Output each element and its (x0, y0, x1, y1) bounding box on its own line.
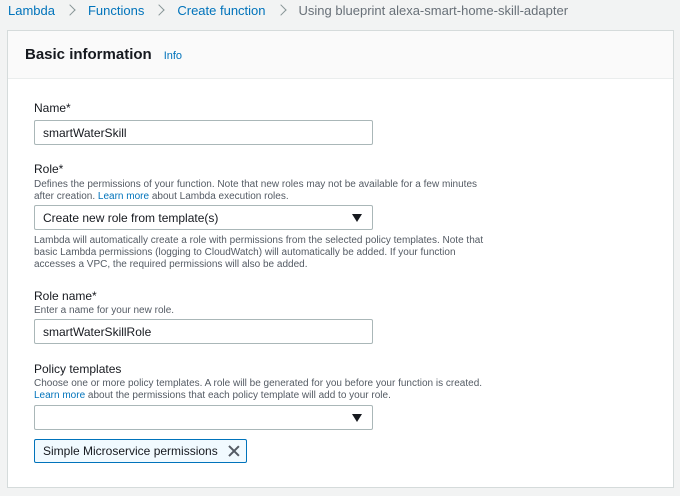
policy-templates-select[interactable] (34, 405, 373, 430)
panel-title: Basic information (25, 46, 152, 63)
role-description-text: after creation. (34, 191, 98, 202)
policy-token-label: Simple Microservice permissions (43, 444, 218, 458)
policy-description-line2: Learn more about the permissions that ea… (34, 390, 504, 402)
learn-more-permissions-link[interactable]: Learn more (34, 390, 85, 401)
role-note-line3: accesses a VPC, the required permissions… (34, 259, 308, 270)
role-note: Lambda will automatically create a role … (34, 235, 504, 271)
chevron-right-icon (64, 4, 76, 16)
policy-description-text: about the permissions that each policy t… (85, 390, 391, 401)
role-label: Role* (34, 162, 64, 176)
name-label: Name* (34, 101, 71, 115)
policy-token: Simple Microservice permissions (34, 439, 247, 463)
breadcrumb-functions[interactable]: Functions (88, 3, 144, 18)
close-icon[interactable] (228, 445, 240, 457)
role-name-label: Role name* (34, 289, 97, 303)
policy-templates-label: Policy templates (34, 362, 122, 376)
role-select[interactable]: Create new role from template(s) (34, 205, 373, 230)
role-description: Defines the permissions of your function… (34, 179, 504, 203)
role-description-line1: Defines the permissions of your function… (34, 179, 478, 190)
breadcrumb-lambda[interactable]: Lambda (8, 3, 55, 18)
role-name-input[interactable] (34, 319, 373, 344)
policy-description-line1: Choose one or more policy templates. A r… (34, 378, 483, 389)
role-note-line2: basic Lambda permissions (logging to Clo… (34, 247, 456, 258)
breadcrumb: Lambda Functions Create function Using b… (8, 0, 568, 20)
role-description-line2: after creation. Learn more about Lambda … (34, 191, 504, 203)
name-input[interactable] (34, 120, 373, 145)
role-note-line1: Lambda will automatically create a role … (34, 235, 484, 246)
breadcrumb-create-function[interactable]: Create function (177, 3, 265, 18)
chevron-right-icon (153, 4, 166, 16)
learn-more-execution-roles-link[interactable]: Learn more (98, 191, 149, 202)
role-select-value: Create new role from template(s) (43, 210, 219, 225)
chevron-right-icon (274, 4, 287, 16)
role-description-text: about Lambda execution roles. (149, 191, 289, 202)
panel-header: Basic information Info (8, 31, 673, 79)
caret-down-icon (352, 214, 362, 222)
info-link[interactable]: Info (164, 50, 182, 62)
breadcrumb-current: Using blueprint alexa-smart-home-skill-a… (298, 2, 569, 18)
policy-templates-description: Choose one or more policy templates. A r… (34, 378, 504, 402)
basic-information-panel: Basic information Info Name* Role* Defin… (7, 30, 674, 488)
caret-down-icon (352, 414, 362, 422)
role-name-description: Enter a name for your new role. (34, 305, 175, 316)
